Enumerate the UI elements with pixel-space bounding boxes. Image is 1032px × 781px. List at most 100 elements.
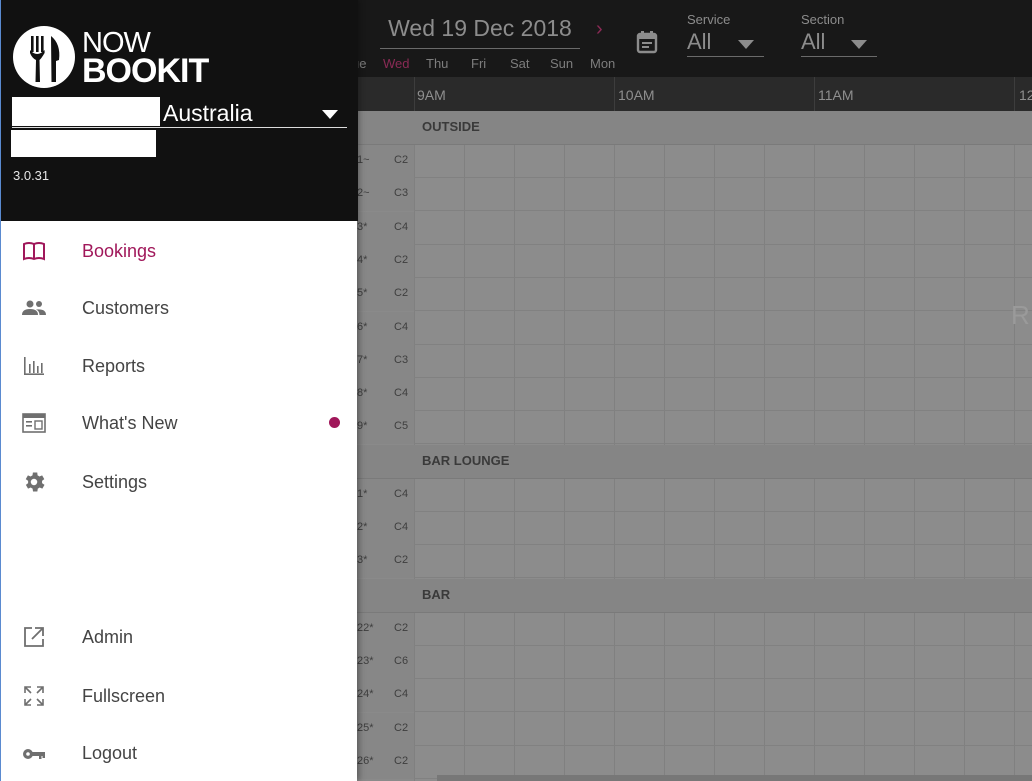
- table-name: 22*: [357, 621, 374, 634]
- nav-item-admin[interactable]: Admin: [1, 611, 358, 663]
- table-row[interactable]: 8* C4: [357, 378, 1032, 412]
- section-label: Section: [801, 12, 845, 27]
- venue-select[interactable]: Australia: [12, 97, 347, 128]
- time-label: 11AM: [818, 87, 854, 103]
- redacted-block: [12, 97, 160, 126]
- table-row[interactable]: 9* C5: [357, 411, 1032, 445]
- table-name: 8*: [357, 387, 368, 400]
- bar-chart-icon: [24, 357, 44, 375]
- people-icon: [22, 300, 46, 315]
- table-name: 3*: [357, 220, 368, 233]
- day-sat[interactable]: Sat: [510, 56, 530, 71]
- table-row[interactable]: 26* C2: [357, 745, 1032, 779]
- table-row[interactable]: 1* C4: [357, 478, 1032, 512]
- current-date[interactable]: Wed 19 Dec 2018: [380, 15, 580, 49]
- table-row[interactable]: 1~ C2: [357, 145, 1032, 178]
- table-name: 24*: [357, 688, 374, 701]
- table-row[interactable]: 25* C2: [357, 712, 1032, 746]
- table-row[interactable]: 2~ C3: [357, 178, 1032, 212]
- section-select[interactable]: Section All: [801, 12, 877, 57]
- table-capacity: C3: [394, 187, 409, 200]
- table-name: 5*: [357, 287, 368, 300]
- booking-grid: OUTSIDE 1~ C2 2~ C3 3* C4 4* C2 5* C2 6* C4 7* C3 8* C4 9…: [357, 111, 1032, 781]
- logo-text-bookit: BOOKIT: [82, 52, 209, 90]
- table-row[interactable]: 5* C2: [357, 278, 1032, 312]
- table-row[interactable]: 23* C6: [357, 645, 1032, 679]
- service-label: Service: [687, 12, 731, 27]
- time-label: 9AM: [417, 87, 446, 103]
- time-gridline: [1014, 77, 1015, 111]
- day-wed[interactable]: Wed: [383, 56, 410, 71]
- section-title: BAR LOUNGE: [422, 452, 510, 468]
- external-link-icon: [24, 627, 44, 647]
- section-value: All: [801, 29, 826, 54]
- nav-label: Reports: [82, 356, 146, 376]
- table-row[interactable]: 7* C3: [357, 344, 1032, 378]
- nav-item-customers[interactable]: Customers: [1, 282, 358, 334]
- table-capacity: C2: [394, 154, 409, 166]
- day-fri[interactable]: Fri: [471, 56, 486, 71]
- table-name: 6*: [357, 320, 368, 333]
- chevron-down-icon: [738, 40, 754, 49]
- nav-label: Bookings: [82, 241, 157, 261]
- nav-item-logout[interactable]: Logout: [1, 727, 358, 779]
- service-select[interactable]: Service All: [687, 12, 764, 57]
- table-row[interactable]: 3* C4: [357, 211, 1032, 245]
- table-capacity: C2: [394, 287, 409, 300]
- day-mon[interactable]: Mon: [590, 56, 615, 71]
- nav-item-reports[interactable]: Reports: [1, 340, 358, 392]
- unread-indicator: [329, 417, 340, 428]
- table-name: 3*: [357, 554, 368, 567]
- section-value-box[interactable]: All: [801, 29, 877, 57]
- table-capacity: C2: [394, 554, 409, 567]
- nav-label: Settings: [82, 472, 148, 492]
- nav-item-whats-new[interactable]: What's New: [1, 397, 358, 449]
- table-row[interactable]: 2* C4: [357, 512, 1032, 545]
- table-name: 26*: [357, 754, 374, 767]
- table-row[interactable]: 22* C2: [357, 612, 1032, 646]
- table-capacity: C4: [394, 487, 409, 500]
- table-capacity: C4: [394, 521, 409, 533]
- table-capacity: C4: [394, 220, 409, 233]
- table-row[interactable]: 6* C4: [357, 311, 1032, 345]
- table-capacity: C5: [394, 420, 409, 433]
- table-name: 1*: [357, 487, 368, 500]
- table-row[interactable]: 4* C2: [357, 244, 1032, 278]
- nav-item-bookings[interactable]: Bookings: [1, 225, 358, 277]
- section-header: BAR LOUNGE: [357, 444, 1032, 479]
- fork-knife-icon: [30, 36, 60, 82]
- navigation-drawer: NOW BOOKIT Australia 3.0.31 Bookings Cus…: [0, 0, 358, 781]
- table-name: 23*: [357, 654, 374, 667]
- horizontal-scrollbar[interactable]: [437, 775, 1032, 781]
- book-open-icon: [23, 242, 45, 261]
- section-header: BAR: [357, 578, 1032, 613]
- table-row[interactable]: 3* C2: [357, 545, 1032, 579]
- day-sun[interactable]: Sun: [550, 56, 573, 71]
- table-name: 7*: [357, 353, 368, 366]
- nav-label: Fullscreen: [82, 686, 166, 706]
- section-title: OUTSIDE: [422, 119, 480, 134]
- drawer-header: NOW BOOKIT Australia 3.0.31: [1, 0, 358, 221]
- table-row[interactable]: 24* C4: [357, 679, 1032, 713]
- time-label: 10AM: [618, 87, 655, 103]
- timeline-header: 9AM 10AM 11AM 12: [357, 77, 1032, 111]
- newspaper-icon: [22, 413, 46, 433]
- section-header: OUTSIDE: [357, 111, 1032, 145]
- venue-name: Australia: [163, 100, 253, 126]
- service-value: All: [687, 29, 712, 54]
- table-capacity: C2: [394, 621, 409, 634]
- time-gridline: [814, 77, 815, 111]
- table-name: 25*: [357, 721, 374, 734]
- table-capacity: C4: [394, 387, 409, 400]
- time-label: 12: [1019, 87, 1032, 103]
- nav-item-settings[interactable]: Settings: [1, 456, 358, 508]
- next-date-button[interactable]: ›: [596, 18, 603, 41]
- time-gridline: [414, 77, 415, 111]
- calendar-icon[interactable]: [636, 30, 658, 54]
- nav-item-fullscreen[interactable]: Fullscreen: [1, 670, 358, 722]
- service-value-box[interactable]: All: [687, 29, 764, 57]
- nav-label: Customers: [82, 298, 170, 318]
- redacted-block: [11, 130, 156, 157]
- fullscreen-icon: [24, 686, 44, 706]
- day-thu[interactable]: Thu: [426, 56, 448, 71]
